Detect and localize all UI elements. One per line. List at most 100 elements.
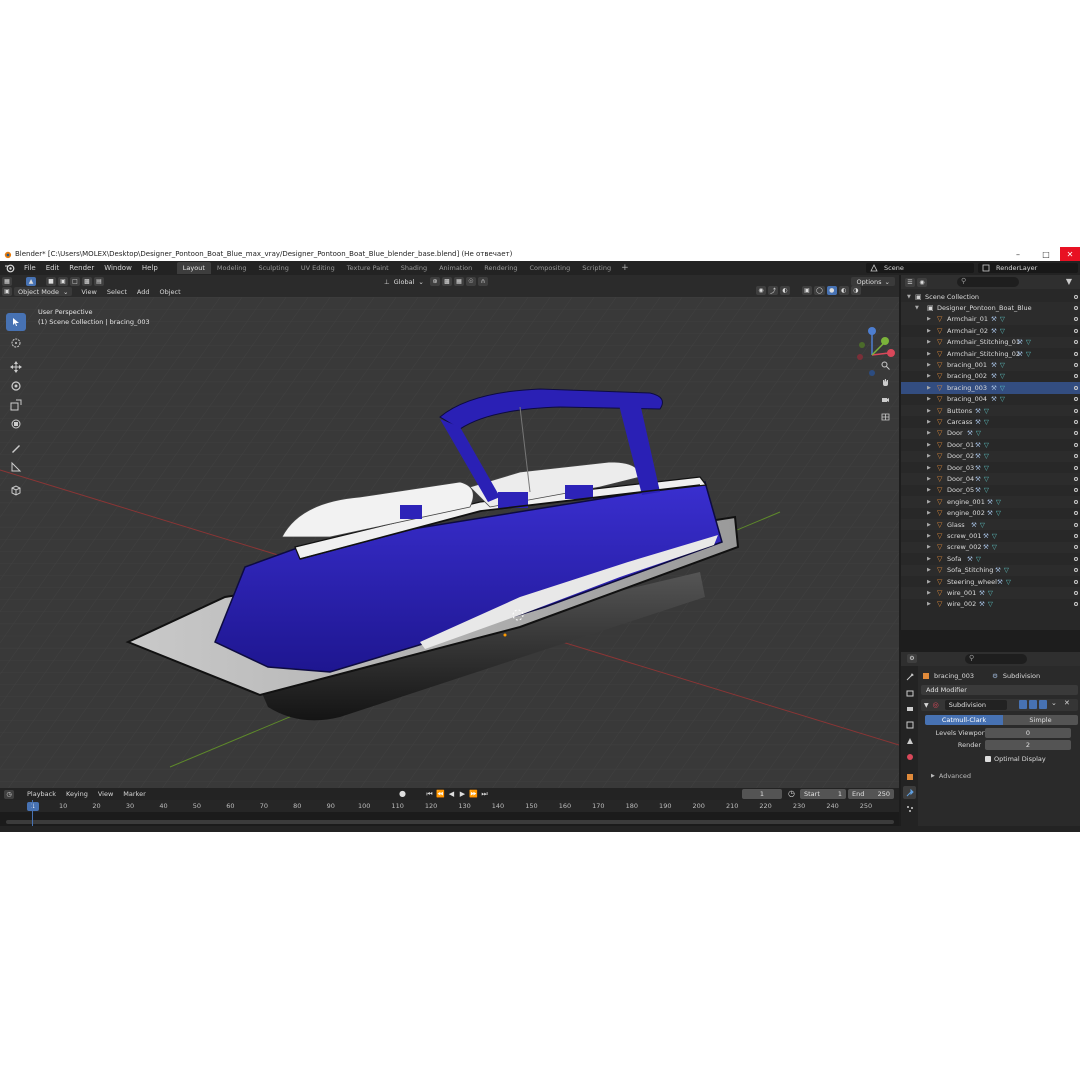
menu-file[interactable]: File — [19, 264, 41, 272]
visibility-eye-icon[interactable] — [1074, 294, 1078, 299]
rotate-tool[interactable] — [6, 377, 26, 395]
collapsed-arrow-icon[interactable]: ▶ — [927, 408, 931, 414]
viewport-menu-select[interactable]: Select — [102, 288, 132, 296]
collapsed-arrow-icon[interactable]: ▶ — [927, 533, 931, 539]
levels-viewport-field[interactable]: 0 — [985, 728, 1071, 738]
select-box-tool[interactable] — [6, 313, 26, 331]
modifier-wrench-icon[interactable]: ⚒ — [991, 315, 997, 323]
outliner-collection[interactable]: ▼ ▣ Designer_Pontoon_Boat_Blue — [901, 302, 1080, 314]
mesh-data-icon[interactable]: ▽ — [1000, 384, 1005, 392]
collapse-arrow-icon[interactable]: ▼ — [924, 702, 929, 709]
modifier-wrench-icon[interactable]: ⚒ — [971, 521, 977, 529]
mesh-data-icon[interactable]: ▽ — [992, 543, 997, 551]
add-cube-tool[interactable] — [6, 481, 26, 499]
minimize-button[interactable]: – — [1004, 247, 1032, 261]
tab-scripting[interactable]: Scripting — [576, 262, 617, 274]
modifier-wrench-icon[interactable]: ⚒ — [1017, 338, 1023, 346]
shading-rendered-icon[interactable]: ◑ — [850, 286, 861, 295]
timeline-menu-keying[interactable]: Keying — [61, 790, 93, 798]
modifier-wrench-icon[interactable]: ⚒ — [1017, 350, 1023, 358]
transform-orientation-dropdown[interactable]: ⊥ Global ⌄ — [380, 277, 428, 286]
collapsed-arrow-icon[interactable]: ▶ — [927, 556, 931, 562]
snap-target-icon[interactable]: ▦ — [454, 277, 464, 286]
object-mode-icon[interactable]: ▣ — [2, 287, 12, 296]
properties-editor-type-icon[interactable]: ⚙ — [907, 654, 917, 663]
mesh-data-icon[interactable]: ▽ — [1000, 315, 1005, 323]
mesh-data-icon[interactable]: ▽ — [976, 555, 981, 563]
collapsed-arrow-icon[interactable]: ▶ — [927, 351, 931, 357]
outliner-item[interactable]: ▶ ▽ engine_002 ⚒ ▽ — [901, 508, 1080, 519]
modifier-wrench-icon[interactable]: ⚒ — [975, 464, 981, 472]
collapsed-arrow-icon[interactable]: ▶ — [927, 487, 931, 493]
outliner-item[interactable]: ▶ ▽ Door_01 ⚒ ▽ — [901, 439, 1080, 450]
maximize-button[interactable]: □ — [1032, 247, 1060, 261]
transform-tool[interactable] — [6, 415, 26, 433]
visibility-eye-icon[interactable] — [1074, 477, 1078, 482]
outliner-item[interactable]: ▶ ▽ Armchair_Stitching_01 ⚒ ▽ — [901, 336, 1080, 348]
outliner-item[interactable]: ▶ ▽ Door_03 ⚒ ▽ — [901, 462, 1080, 473]
viewport-toggle-icon[interactable] — [1029, 700, 1037, 709]
collapsed-arrow-icon[interactable]: ▶ — [927, 567, 931, 573]
modifier-wrench-icon[interactable]: ⚒ — [991, 384, 997, 392]
outliner-item[interactable]: ▶ ▽ bracing_002 ⚒ ▽ — [901, 371, 1080, 382]
collapsed-arrow-icon[interactable]: ▶ — [927, 362, 931, 368]
xray-icon[interactable]: ▣ — [802, 286, 813, 295]
chevron-down-icon[interactable]: ⌄ — [1051, 699, 1057, 707]
modifier-name-field[interactable]: Subdivision — [944, 700, 1007, 710]
visibility-eye-icon[interactable] — [1074, 363, 1078, 368]
visibility-eye-icon[interactable] — [1074, 602, 1078, 607]
collapsed-arrow-icon[interactable]: ▶ — [927, 544, 931, 550]
world-tab-icon[interactable] — [903, 750, 916, 763]
modifier-tab-icon[interactable] — [903, 786, 916, 799]
visibility-eye-icon[interactable] — [1074, 545, 1078, 550]
modifier-wrench-icon[interactable]: ⚒ — [987, 509, 993, 517]
shading-material-icon[interactable]: ◐ — [838, 286, 849, 295]
modifier-wrench-icon[interactable]: ⚒ — [983, 532, 989, 540]
visibility-eye-icon[interactable] — [1074, 351, 1078, 356]
mesh-data-icon[interactable]: ▽ — [992, 532, 997, 540]
visibility-eye-icon[interactable] — [1074, 374, 1078, 379]
start-frame-field[interactable]: Start 1 — [800, 789, 846, 799]
outliner-item[interactable]: ▶ ▽ Armchair_Stitching_02 ⚒ ▽ — [901, 348, 1080, 359]
modifier-wrench-icon[interactable]: ⚒ — [991, 327, 997, 335]
modifier-wrench-icon[interactable]: ⚒ — [979, 589, 985, 597]
visibility-eye-icon[interactable] — [1074, 306, 1078, 311]
remove-modifier-icon[interactable]: ✕ — [1064, 699, 1070, 707]
modifier-wrench-icon[interactable]: ⚒ — [967, 429, 973, 437]
visibility-eye-icon[interactable] — [1074, 385, 1078, 390]
visibility-eye-icon[interactable] — [1074, 522, 1078, 527]
visibility-eye-icon[interactable] — [1074, 568, 1078, 573]
modifier-wrench-icon[interactable]: ⚒ — [975, 441, 981, 449]
checkbox-checked-icon[interactable] — [985, 755, 991, 762]
mesh-data-icon[interactable]: ▽ — [988, 589, 993, 597]
visibility-eye-icon[interactable] — [1074, 488, 1078, 493]
visibility-eye-icon[interactable] — [1074, 340, 1078, 345]
visibility-icon[interactable]: ◉ — [756, 286, 766, 295]
outliner-item[interactable]: ▶ ▽ Armchair_02 ⚒ ▽ — [901, 325, 1080, 336]
visibility-eye-icon[interactable] — [1074, 397, 1078, 402]
add-workspace-button[interactable]: + — [617, 263, 633, 273]
outliner-item[interactable]: ▶ ▽ Buttons ⚒ ▽ — [901, 405, 1080, 417]
outliner-item[interactable]: ▶ ▽ Door ⚒ ▽ — [901, 427, 1080, 440]
tab-compositing[interactable]: Compositing — [523, 262, 576, 274]
jump-keyframe-forward-icon[interactable]: ⏩ — [468, 789, 479, 799]
collapsed-arrow-icon[interactable]: ▶ — [927, 522, 931, 528]
collapsed-arrow-icon[interactable]: ▶ — [927, 453, 931, 459]
mesh-data-icon[interactable]: ▽ — [1000, 361, 1005, 369]
mesh-data-icon[interactable]: ▽ — [976, 429, 981, 437]
perspective-grid-icon[interactable] — [878, 409, 892, 423]
collapsed-arrow-icon[interactable]: ▶ — [927, 476, 931, 482]
outliner-item[interactable]: ▶ ▽ wire_001 ⚒ ▽ — [901, 587, 1080, 599]
mesh-data-icon[interactable]: ▽ — [1000, 395, 1005, 403]
tab-layout[interactable]: Layout — [176, 262, 211, 274]
visibility-eye-icon[interactable] — [1074, 442, 1078, 447]
filter-icon[interactable]: ▼ — [1066, 277, 1072, 286]
shading-wireframe-icon[interactable]: ◯ — [814, 286, 825, 295]
select-mode-extend-icon[interactable]: ▣ — [58, 277, 68, 286]
collapsed-arrow-icon[interactable]: ▶ — [927, 316, 931, 322]
expand-arrow-icon[interactable]: ▼ — [915, 305, 919, 311]
mesh-data-icon[interactable]: ▽ — [984, 475, 989, 483]
visibility-eye-icon[interactable] — [1074, 511, 1078, 516]
menu-window[interactable]: Window — [99, 264, 137, 272]
render-layer-selector[interactable]: RenderLayer — [978, 263, 1078, 273]
